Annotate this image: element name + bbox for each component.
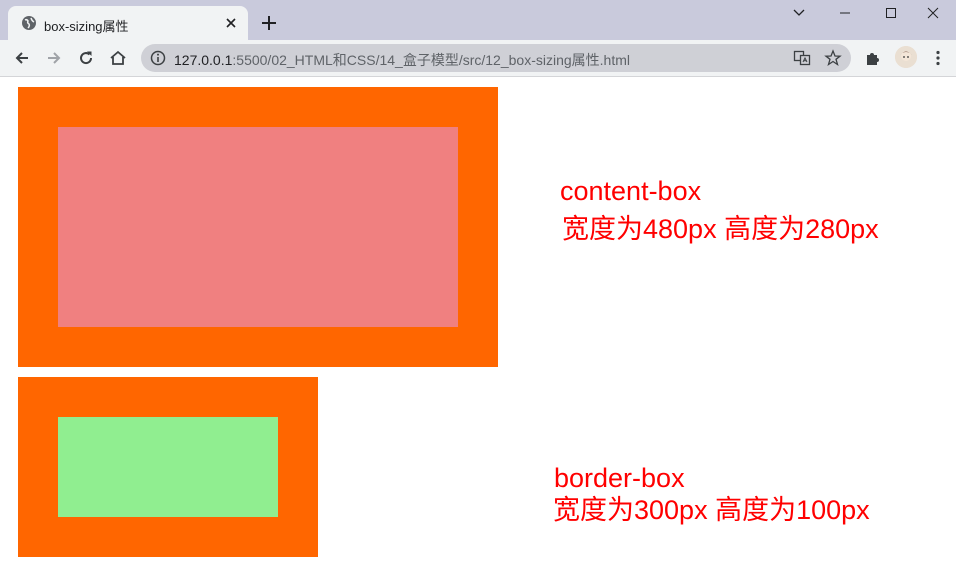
close-icon[interactable] xyxy=(222,14,240,32)
avatar[interactable] xyxy=(895,46,917,68)
url-host: 127.0.0.1 xyxy=(174,52,233,68)
url-path: :5500/02_HTML和CSS/14_盒子模型/src/12_box-siz… xyxy=(232,52,630,68)
toolbar: 127.0.0.1:5500/02_HTML和CSS/14_盒子模型/src/1… xyxy=(0,40,956,77)
profile-icon xyxy=(895,46,917,68)
maximize-icon xyxy=(886,8,896,18)
tab-title: box-sizing属性 xyxy=(44,19,129,34)
border-box-inner xyxy=(58,417,278,517)
address-bar[interactable]: 127.0.0.1:5500/02_HTML和CSS/14_盒子模型/src/1… xyxy=(141,44,851,72)
minimize-button[interactable] xyxy=(822,0,868,26)
content-box-label: content-box xyxy=(560,176,702,206)
maximize-button[interactable] xyxy=(868,0,914,26)
arrow-right-icon xyxy=(48,52,61,64)
puzzle-icon xyxy=(867,53,879,65)
translate-icon[interactable] xyxy=(793,49,811,67)
info-icon[interactable] xyxy=(149,49,167,67)
globe-icon xyxy=(22,16,36,30)
border-box-outer xyxy=(18,377,318,557)
star-icon[interactable] xyxy=(824,49,842,67)
plus-icon[interactable] xyxy=(259,13,279,33)
border-box-label: border-box xyxy=(554,463,685,493)
tab-search-button[interactable] xyxy=(776,0,822,26)
home-button[interactable] xyxy=(107,47,129,69)
content-box-outer xyxy=(18,87,498,367)
browser-window: box-sizing属性 127.0.0.1:5500/02_HTML和CSS/… xyxy=(0,0,956,587)
chevron-down-icon xyxy=(793,9,805,16)
home-icon xyxy=(110,50,126,65)
content-box-size-label: 宽度为480px 高度为280px xyxy=(562,214,879,244)
window-close-button[interactable] xyxy=(910,0,956,26)
close-icon xyxy=(927,7,939,19)
back-button[interactable] xyxy=(11,47,33,69)
forward-button[interactable] xyxy=(43,47,65,69)
reload-button[interactable] xyxy=(75,47,97,69)
url-text[interactable]: 127.0.0.1:5500/02_HTML和CSS/14_盒子模型/src/1… xyxy=(174,50,630,70)
tab-strip: box-sizing属性 xyxy=(0,0,956,40)
minimize-icon xyxy=(840,12,850,14)
border-box-size-label: 宽度为300px 高度为100px xyxy=(553,495,870,525)
kebab-menu-icon xyxy=(936,50,940,66)
extensions-button[interactable] xyxy=(862,47,884,69)
page-viewport: content-box 宽度为480px 高度为280px border-box… xyxy=(0,77,956,587)
content-box-inner xyxy=(58,127,458,327)
menu-button[interactable] xyxy=(927,47,949,69)
tab-active[interactable]: box-sizing属性 xyxy=(8,6,248,40)
reload-icon xyxy=(80,51,93,65)
arrow-left-icon xyxy=(15,52,28,64)
